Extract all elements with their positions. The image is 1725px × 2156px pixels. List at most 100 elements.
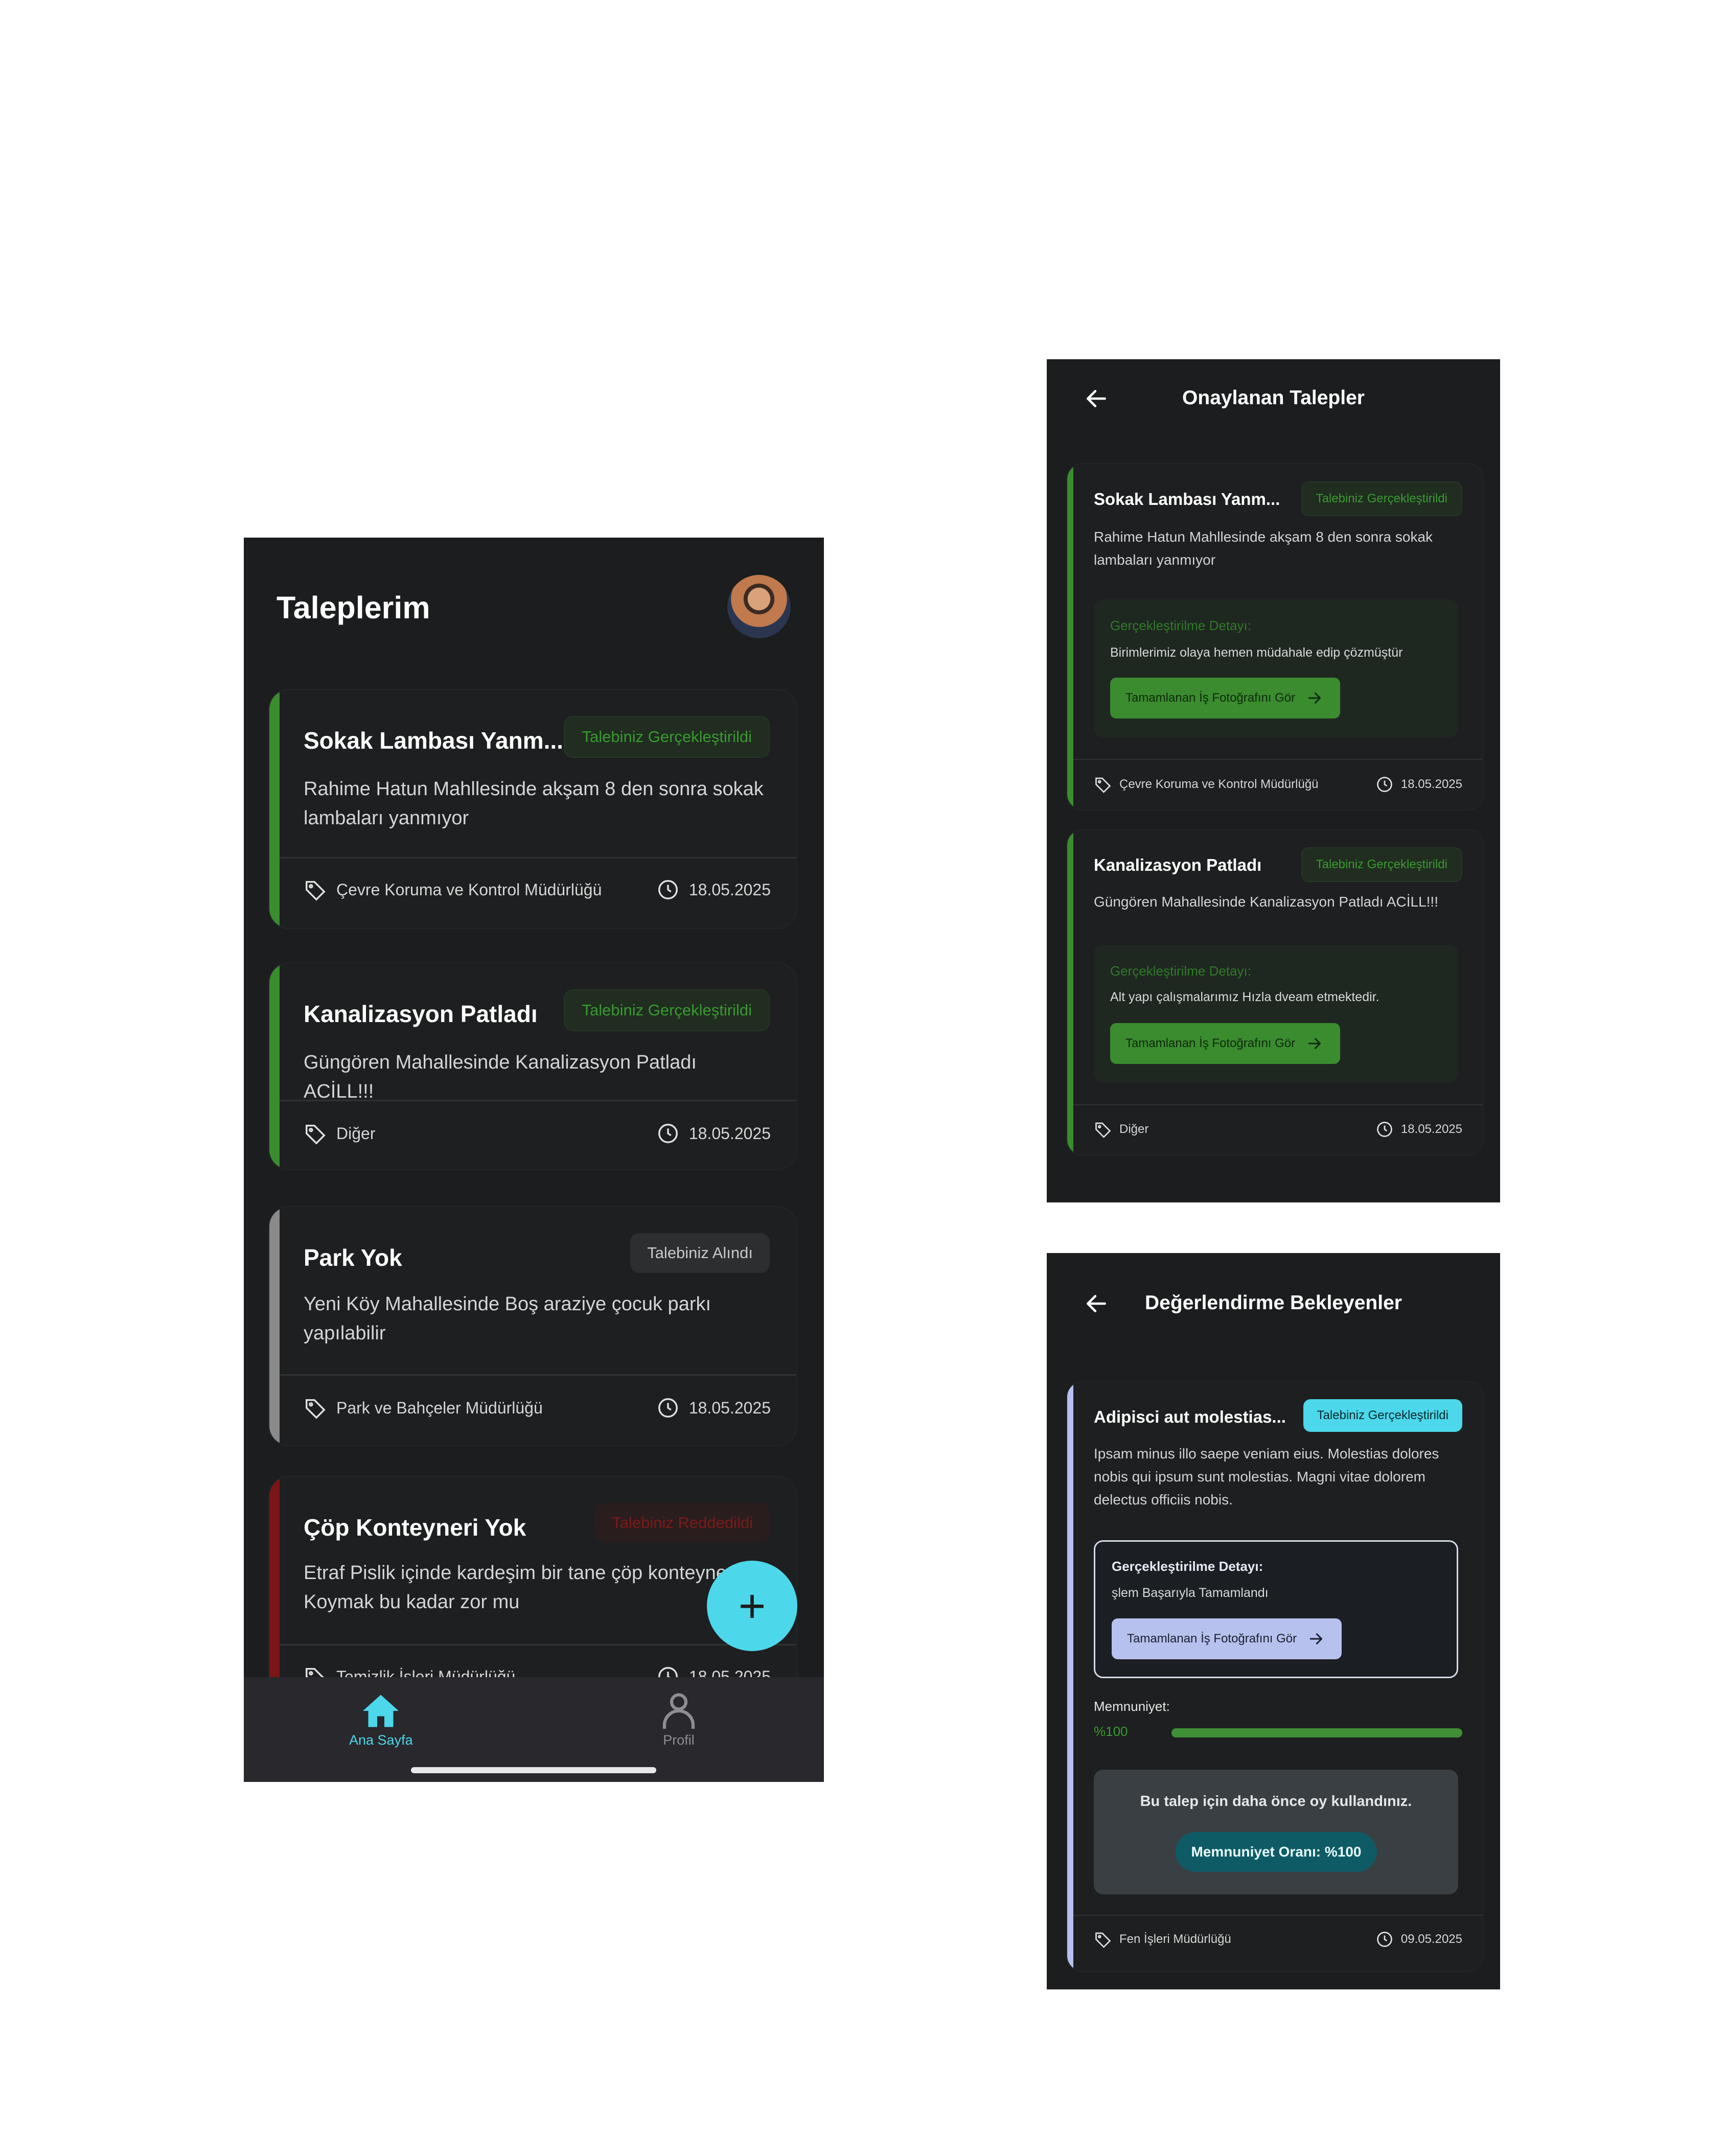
request-title: Sokak Lambası Yanm... xyxy=(304,727,563,754)
tab-profile[interactable]: Profil xyxy=(657,1689,700,1748)
view-photo-label: Tamamlanan İş Fotoğrafını Gör xyxy=(1125,691,1296,705)
divider xyxy=(280,1374,796,1376)
page-title: Taleplerim xyxy=(277,590,430,625)
home-icon xyxy=(363,1695,399,1727)
view-photo-button[interactable]: Tamamlanan İş Fotoğrafını Gör xyxy=(1110,1023,1341,1064)
completion-detail: Gerçekleştirilme Detayı: Alt yapı çalışm… xyxy=(1094,945,1458,1083)
request-description: Güngören Mahallesinde Kanalizasyon Patla… xyxy=(304,1052,697,1102)
request-description: Güngören Mahallesinde Kanalizasyon Patla… xyxy=(1094,894,1438,910)
request-card[interactable]: Sokak Lambası Yanm... Talebiniz Gerçekle… xyxy=(1067,464,1483,809)
status-badge: Talebiniz Alındı xyxy=(630,1233,770,1273)
request-card[interactable]: Adipisci aut molestias... Talebiniz Gerç… xyxy=(1067,1382,1483,1971)
tag-icon xyxy=(1095,777,1111,793)
arrow-right-icon xyxy=(1308,692,1321,704)
request-date: 18.05.2025 xyxy=(688,1124,771,1143)
status-badge: Talebiniz Reddedildi xyxy=(595,1503,770,1543)
satisfaction-label: Memnuniyet: xyxy=(1094,1699,1170,1714)
progress-fill xyxy=(1171,1728,1462,1737)
request-description: Etraf Pislik içinde kardeşim bir tane çö… xyxy=(304,1562,738,1613)
vote-info-box: Bu talep için daha önce oy kullandınız. … xyxy=(1094,1770,1458,1894)
page-title: Değerlendirme Bekleyenler xyxy=(1145,1292,1402,1314)
detail-text: şlem Başarıyla Tamamlandı xyxy=(1112,1586,1269,1600)
avatar[interactable] xyxy=(727,575,791,638)
request-meta: Çevre Koruma ve Kontrol Müdürlüğü 18.05.… xyxy=(1094,775,1462,794)
tab-label: Profil xyxy=(663,1732,695,1748)
request-card[interactable]: Sokak Lambası Yanm... Talebiniz Gerçekle… xyxy=(269,690,796,928)
request-category: Park ve Bahçeler Müdürlüğü xyxy=(336,1398,543,1417)
detail-text: Birimlerimiz olaya hemen müdahale edip ç… xyxy=(1110,645,1403,660)
completion-detail: Gerçekleştirilme Detayı: Birimlerimiz ol… xyxy=(1094,599,1458,737)
request-description: Yeni Köy Mahallesinde Boş araziye çocuk … xyxy=(304,1293,711,1344)
person-icon xyxy=(662,1693,695,1729)
status-stripe xyxy=(269,963,280,1169)
status-stripe xyxy=(269,1207,280,1445)
request-card[interactable]: Kanalizasyon Patladı Talebiniz Gerçekleş… xyxy=(269,963,796,1169)
request-meta: Park ve Bahçeler Müdürlüğü 18.05.2025 xyxy=(304,1396,771,1420)
request-date: 18.05.2025 xyxy=(1400,1122,1462,1136)
clock-icon xyxy=(658,1124,678,1143)
request-description: Rahime Hatun Mahllesinde akşam 8 den son… xyxy=(304,778,764,829)
divider xyxy=(280,1100,796,1101)
request-card[interactable]: Park Yok Talebiniz Alındı Yeni Köy Mahal… xyxy=(269,1207,796,1445)
request-title: Çöp Konteyneri Yok xyxy=(304,1514,526,1541)
vote-message: Bu talep için daha önce oy kullandınız. xyxy=(1140,1793,1412,1810)
request-card[interactable]: Kanalizasyon Patladı Talebiniz Gerçekleş… xyxy=(1067,830,1483,1155)
request-title: Kanalizasyon Patladı xyxy=(1094,855,1262,874)
view-photo-label: Tamamlanan İş Fotoğrafını Gör xyxy=(1127,1632,1297,1645)
my-requests-screen: Taleplerim Sokak Lambası Yanm... Talebin… xyxy=(244,538,824,1782)
plus-icon: + xyxy=(738,1580,766,1632)
add-request-button[interactable]: + xyxy=(707,1561,797,1651)
tag-icon xyxy=(306,1124,326,1145)
status-badge: Talebiniz Gerçekleştirildi xyxy=(1303,1399,1462,1432)
divider xyxy=(280,857,796,859)
status-stripe xyxy=(1067,830,1073,1155)
view-photo-button[interactable]: Tamamlanan İş Fotoğrafını Gör xyxy=(1112,1618,1342,1659)
request-category: Diğer xyxy=(336,1124,376,1143)
request-category: Fen İşleri Müdürlüğü xyxy=(1119,1932,1231,1946)
clock-icon xyxy=(658,1398,678,1418)
completion-detail: Gerçekleştirilme Detayı: şlem Başarıyla … xyxy=(1094,1540,1458,1678)
clock-icon xyxy=(1377,777,1392,792)
request-date: 18.05.2025 xyxy=(1400,777,1462,791)
status-stripe xyxy=(1067,1382,1073,1971)
request-meta: Diğer 18.05.2025 xyxy=(1094,1120,1462,1139)
status-stripe xyxy=(1067,464,1073,809)
clock-icon xyxy=(1377,1932,1392,1947)
approved-requests-screen: Onaylanan Talepler Sokak Lambası Yanm...… xyxy=(1047,359,1500,1202)
progress-track xyxy=(1171,1728,1462,1737)
divider xyxy=(1073,759,1483,760)
tag-icon xyxy=(1095,1932,1111,1948)
status-badge: Talebiniz Gerçekleştirildi xyxy=(564,716,770,758)
arrow-right-icon xyxy=(1308,1038,1321,1049)
arrow-right-icon xyxy=(1310,1633,1323,1644)
request-meta: Diğer 18.05.2025 xyxy=(304,1122,771,1145)
request-category: Çevre Koruma ve Kontrol Müdürlüğü xyxy=(336,880,602,899)
divider xyxy=(1073,1104,1483,1105)
request-date: 09.05.2025 xyxy=(1400,1932,1462,1946)
request-category: Diğer xyxy=(1119,1122,1149,1136)
view-photo-label: Tamamlanan İş Fotoğrafını Gör xyxy=(1125,1036,1296,1050)
clock-icon xyxy=(658,880,678,899)
page-title: Onaylanan Talepler xyxy=(1182,387,1365,409)
tag-icon xyxy=(1095,1122,1111,1138)
tag-icon xyxy=(306,1399,326,1419)
request-description: Rahime Hatun Mahllesinde akşam 8 den son… xyxy=(1094,529,1433,568)
status-stripe xyxy=(269,690,280,928)
request-meta: Fen İşleri Müdürlüğü 09.05.2025 xyxy=(1094,1930,1462,1949)
request-category: Çevre Koruma ve Kontrol Müdürlüğü xyxy=(1119,777,1319,791)
request-title: Adipisci aut molestias... xyxy=(1094,1407,1286,1426)
request-date: 18.05.2025 xyxy=(688,880,771,899)
request-meta: Çevre Koruma ve Kontrol Müdürlüğü 18.05.… xyxy=(304,878,771,901)
request-title: Sokak Lambası Yanm... xyxy=(1094,490,1280,508)
tab-label: Ana Sayfa xyxy=(349,1732,413,1748)
view-photo-button[interactable]: Tamamlanan İş Fotoğrafını Gör xyxy=(1110,678,1341,718)
detail-text: Alt yapı çalışmalarımız Hızla dveam etme… xyxy=(1110,990,1379,1004)
divider xyxy=(1073,1915,1483,1916)
status-badge: Talebiniz Gerçekleştirildi xyxy=(1301,481,1462,516)
detail-label: Gerçekleştirilme Detayı: xyxy=(1110,963,1251,979)
tag-icon xyxy=(306,880,326,901)
status-badge: Talebiniz Gerçekleştirildi xyxy=(564,989,770,1031)
satisfaction-rate-pill: Memnuniyet Oranı: %100 xyxy=(1176,1832,1377,1872)
detail-label: Gerçekleştirilme Detayı: xyxy=(1110,618,1251,633)
tab-home[interactable]: Ana Sayfa xyxy=(349,1689,413,1748)
